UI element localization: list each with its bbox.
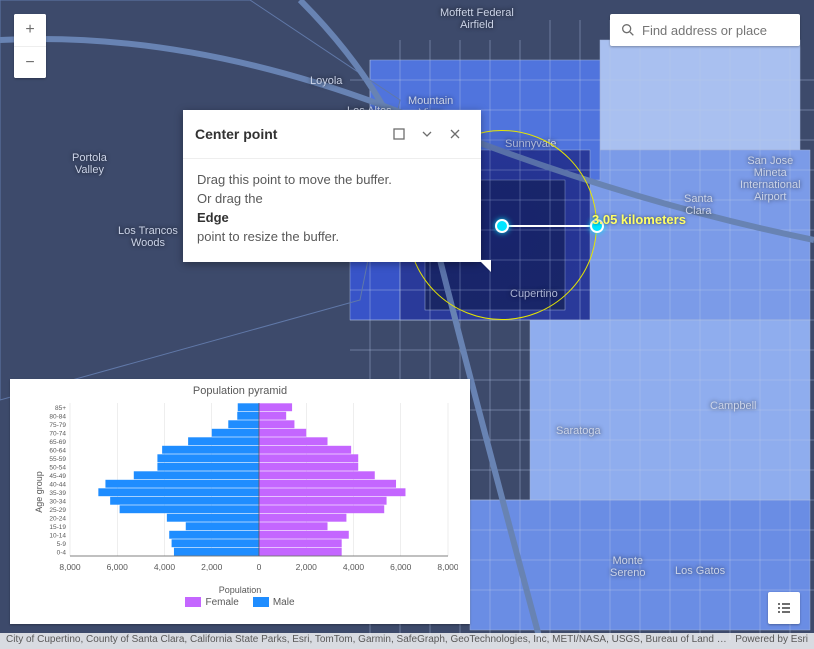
popup-line3: point to resize the buffer. — [197, 229, 339, 244]
search-box — [610, 14, 800, 46]
popup-close-button[interactable] — [441, 120, 469, 148]
svg-text:85+: 85+ — [55, 405, 66, 412]
svg-text:35-39: 35-39 — [49, 490, 66, 497]
popup-line1: Drag this point to move the buffer. — [197, 172, 392, 187]
svg-text:2,000: 2,000 — [201, 562, 223, 572]
zoom-out-button[interactable]: − — [14, 46, 46, 78]
info-popup: Center point Drag this point to move the… — [183, 110, 481, 262]
close-icon — [449, 128, 461, 140]
legend-item: Male — [253, 597, 295, 608]
popup-title: Center point — [195, 126, 385, 142]
chart-title: Population pyramid — [10, 379, 470, 399]
svg-text:60-64: 60-64 — [49, 447, 66, 454]
chevron-down-icon — [421, 128, 433, 140]
legend-button[interactable] — [768, 592, 800, 624]
svg-text:25-29: 25-29 — [49, 507, 66, 514]
buffer-center-handle[interactable] — [495, 219, 509, 233]
popup-dock-button[interactable] — [385, 120, 413, 148]
legend-item: Female — [185, 597, 238, 608]
svg-text:0: 0 — [257, 562, 262, 572]
svg-text:15-19: 15-19 — [49, 524, 66, 531]
popup-line2: Or drag the — [197, 191, 263, 206]
svg-text:30-34: 30-34 — [49, 498, 66, 505]
svg-text:6,000: 6,000 — [390, 562, 412, 572]
svg-text:50-54: 50-54 — [49, 464, 66, 471]
svg-text:80-84: 80-84 — [49, 413, 66, 420]
svg-text:4,000: 4,000 — [154, 562, 176, 572]
buffer-radius-line — [502, 225, 597, 227]
svg-text:70-74: 70-74 — [49, 430, 66, 437]
svg-text:0-4: 0-4 — [57, 549, 67, 556]
dock-icon — [392, 127, 406, 141]
svg-text:75-79: 75-79 — [49, 422, 66, 429]
buffer-distance-label: 3.05 kilometers — [592, 212, 686, 227]
svg-text:65-69: 65-69 — [49, 439, 66, 446]
svg-text:5-9: 5-9 — [57, 541, 67, 548]
popup-edge-word: Edge — [197, 210, 229, 225]
chart-x-axis-label: Population — [10, 584, 470, 595]
search-input[interactable] — [642, 23, 814, 38]
svg-text:8,000: 8,000 — [59, 562, 81, 572]
chart-panel: Population pyramid Age group 8,000 6,000 4… — [10, 379, 470, 624]
search-icon — [620, 22, 636, 38]
attribution-powered[interactable]: Powered by Esri — [727, 634, 808, 648]
svg-text:40-44: 40-44 — [49, 481, 66, 488]
attribution-bar: City of Cupertino, County of Santa Clara… — [0, 633, 814, 649]
svg-text:20-24: 20-24 — [49, 515, 66, 522]
svg-text:4,000: 4,000 — [343, 562, 365, 572]
zoom-in-button[interactable]: + — [14, 14, 46, 46]
legend-icon — [776, 600, 792, 616]
popup-collapse-button[interactable] — [413, 120, 441, 148]
svg-text:55-59: 55-59 — [49, 456, 66, 463]
zoom-controls: + − — [14, 14, 46, 78]
chart-y-axis-label: Age group — [34, 471, 44, 513]
svg-text:6,000: 6,000 — [107, 562, 129, 572]
svg-text:10-14: 10-14 — [49, 532, 66, 539]
svg-text:2,000: 2,000 — [296, 562, 318, 572]
chart-legend: Female Male — [10, 595, 470, 608]
svg-text:8,000: 8,000 — [437, 562, 458, 572]
population-pyramid-chart: 8,000 6,000 4,000 2,000 0 2,000 4,000 6,000 8,00… — [22, 399, 458, 584]
attribution-sources: City of Cupertino, County of Santa Clara… — [6, 634, 727, 648]
svg-text:45-49: 45-49 — [49, 473, 66, 480]
